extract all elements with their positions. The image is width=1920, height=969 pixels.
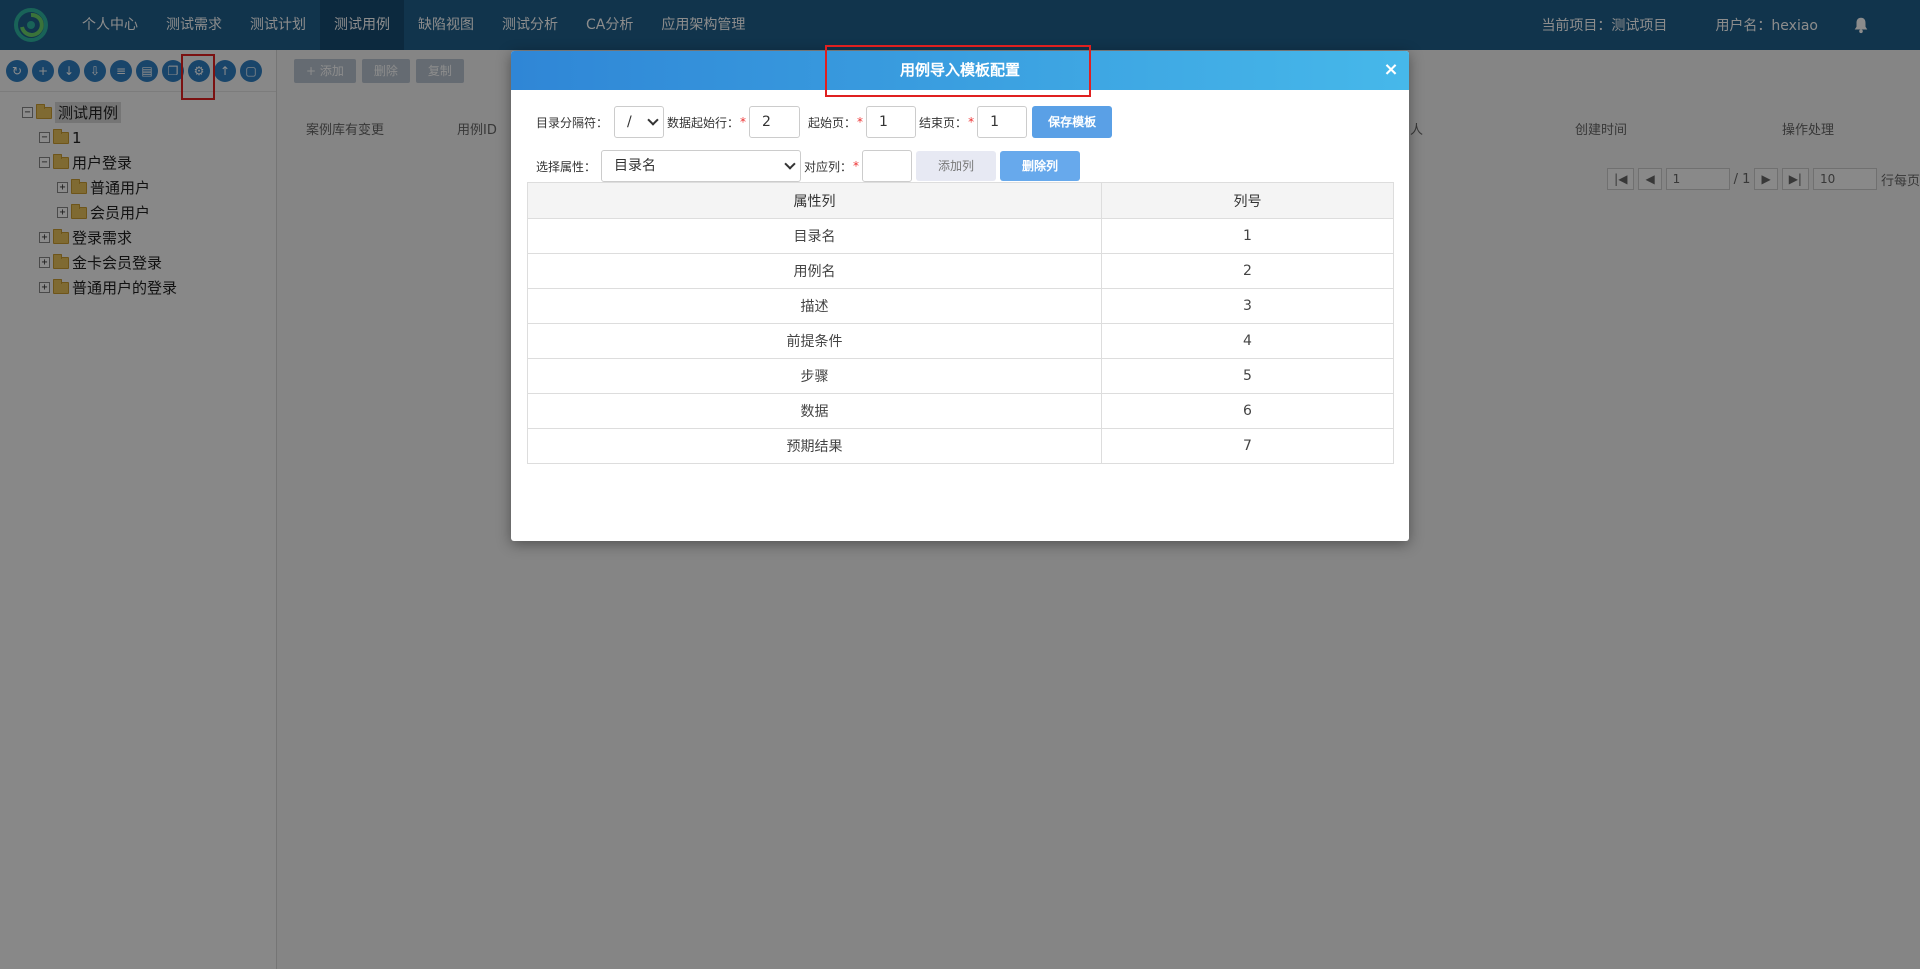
column-label: 对应列： xyxy=(804,159,853,174)
table-header-row: 属性列 列号 xyxy=(527,182,1395,219)
add-column-button[interactable]: 添加列 xyxy=(916,151,997,181)
attribute-cell: 预期结果 xyxy=(527,428,1102,464)
table-row[interactable]: 描述 3 xyxy=(527,288,1395,324)
table-row[interactable]: 预期结果 7 xyxy=(527,428,1395,464)
attribute-label: 选择属性： xyxy=(536,159,597,174)
attribute-cell: 数据 xyxy=(527,393,1102,429)
column-header-number: 列号 xyxy=(1100,182,1395,219)
form-row-1: 目录分隔符： / 数据起始行： * 2 起始页： * 1 结束页： * 1 保存… xyxy=(536,106,1113,138)
column-number-cell: 6 xyxy=(1100,393,1395,429)
delete-column-button[interactable]: 删除列 xyxy=(1000,151,1081,181)
close-icon[interactable]: × xyxy=(1381,60,1401,80)
dialog-title: 用例导入模板配置 xyxy=(899,61,1020,79)
separator-label: 目录分隔符： xyxy=(536,115,609,130)
required-mark: * xyxy=(853,159,860,173)
separator-value: / xyxy=(627,114,632,130)
start-page-input[interactable]: 1 xyxy=(866,106,917,138)
table-row[interactable]: 前提条件 4 xyxy=(527,323,1395,359)
column-header-attribute: 属性列 xyxy=(527,182,1102,219)
separator-select[interactable]: / xyxy=(614,106,665,138)
attribute-cell: 目录名 xyxy=(527,218,1102,254)
attribute-cell: 步骤 xyxy=(527,358,1102,394)
table-row[interactable]: 目录名 1 xyxy=(527,218,1395,254)
start-page-label: 起始页： xyxy=(808,115,857,130)
attribute-value: 目录名 xyxy=(614,158,657,174)
import-template-dialog: 用例导入模板配置 × 目录分隔符： / 数据起始行： * 2 起始页： * 1 … xyxy=(511,45,1409,541)
dialog-header: 用例导入模板配置 × xyxy=(511,45,1409,97)
attribute-select[interactable]: 目录名 xyxy=(601,150,802,182)
column-number-cell: 5 xyxy=(1100,358,1395,394)
column-number-cell: 4 xyxy=(1100,323,1395,359)
save-template-button[interactable]: 保存模板 xyxy=(1032,106,1113,138)
table-row[interactable]: 步骤 5 xyxy=(527,358,1395,394)
column-number-cell: 3 xyxy=(1100,288,1395,324)
table-row[interactable]: 用例名 2 xyxy=(527,253,1395,289)
column-number-cell: 7 xyxy=(1100,428,1395,464)
chevron-down-icon xyxy=(647,114,659,126)
column-number-cell: 2 xyxy=(1100,253,1395,289)
attribute-column-table: 属性列 列号 目录名 1 用例名 2 描述 3 前提条件 4 步骤 5 数据 6 预期结果 7 xyxy=(527,182,1395,464)
table-row[interactable]: 数据 6 xyxy=(527,393,1395,429)
end-page-label: 结束页： xyxy=(919,115,968,130)
required-mark: * xyxy=(857,115,864,129)
form-row-2: 选择属性： 目录名 对应列： * 添加列 删除列 xyxy=(536,150,1081,182)
required-mark: * xyxy=(740,115,747,129)
start-row-input[interactable]: 2 xyxy=(749,106,801,138)
end-page-input[interactable]: 1 xyxy=(977,106,1028,138)
attribute-cell: 描述 xyxy=(527,288,1102,324)
attribute-cell: 用例名 xyxy=(527,253,1102,289)
chevron-down-icon xyxy=(784,158,796,170)
attribute-cell: 前提条件 xyxy=(527,323,1102,359)
column-number-cell: 1 xyxy=(1100,218,1395,254)
column-input[interactable] xyxy=(862,150,913,182)
required-mark: * xyxy=(968,115,975,129)
start-row-label: 数据起始行： xyxy=(667,115,740,130)
